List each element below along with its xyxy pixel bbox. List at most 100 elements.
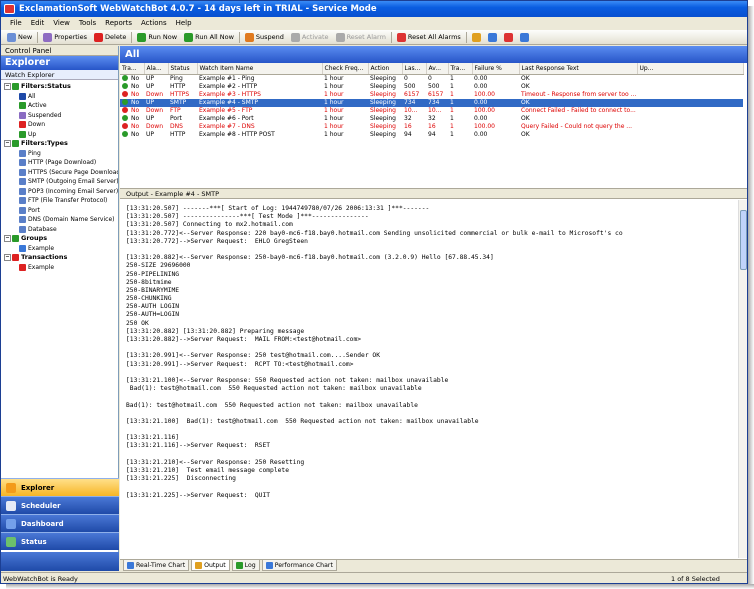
tab-log[interactable]: Log — [231, 560, 260, 571]
tree-item-database[interactable]: Database — [1, 225, 118, 235]
menu-edit[interactable]: Edit — [31, 17, 45, 29]
expand-icon[interactable]: − — [4, 254, 11, 262]
new-button[interactable]: New — [5, 31, 34, 44]
tab-output[interactable]: Output — [191, 560, 230, 571]
column-header[interactable]: Tra... — [120, 63, 145, 75]
tree-item-example[interactable]: Example — [1, 244, 118, 254]
table-row[interactable]: No Down FTP Example #5 - FTP 1 hour Sleeping 1… — [120, 107, 743, 115]
expand-icon[interactable]: − — [4, 140, 11, 148]
cell-freq: 1 hour — [324, 122, 344, 130]
column-header[interactable]: Check Freq... — [322, 63, 369, 75]
tree-item-filters-types[interactable]: − Filters:Types — [1, 139, 118, 149]
filter-icon — [12, 83, 19, 91]
nav-dashboard[interactable]: Dashboard — [1, 514, 119, 532]
toolbar-extra-button[interactable] — [518, 31, 531, 44]
tree-item-label: FTP (File Transfer Protocol) — [28, 197, 108, 204]
delete-button[interactable]: Delete — [92, 31, 128, 44]
column-header[interactable]: Ala... — [144, 63, 169, 75]
scroll-thumb[interactable] — [740, 210, 747, 270]
activate-button[interactable]: Activate — [289, 31, 331, 44]
column-header[interactable]: Status — [168, 63, 198, 75]
tree-item-port[interactable]: Port — [1, 206, 118, 216]
toolbar-extra-button[interactable] — [502, 31, 515, 44]
tree-item-all[interactable]: All — [1, 92, 118, 102]
log-line: [13:31:20.991]-->Server Request: RCPT TO… — [126, 360, 354, 368]
column-header[interactable]: Action — [368, 63, 403, 75]
expand-icon[interactable]: − — [4, 235, 11, 243]
reset-alarm-button[interactable]: Reset Alarm — [334, 31, 388, 44]
column-header[interactable]: Last Response Text — [519, 63, 638, 75]
tree-item-https-secure-page-download-[interactable]: HTTPS (Secure Page Download) — [1, 168, 118, 178]
cell-las: 500 — [404, 82, 416, 90]
cell-status: Port — [170, 114, 182, 122]
up-status-icon — [122, 99, 128, 105]
menu-actions[interactable]: Actions — [141, 17, 167, 29]
nav-explorer[interactable]: Explorer — [1, 478, 119, 496]
cell-resp: Timeout - Response from server too ... — [521, 90, 637, 98]
column-header[interactable]: Las... — [402, 63, 427, 75]
tree-item-smtp-outgoing-email-server-[interactable]: SMTP (Outgoing Email Server) — [1, 177, 118, 187]
table-row[interactable]: No UP HTTP Example #8 - HTTP POST 1 hour Slee… — [120, 131, 743, 139]
tree-item-label: Groups — [21, 234, 48, 242]
output-log: [13:31:20.507] -------***[ Start of Log:… — [120, 200, 738, 558]
toolbar-label: Delete — [105, 33, 127, 41]
expand-icon[interactable]: − — [4, 83, 11, 91]
table-row[interactable]: No Down DNS Example #7 - DNS 1 hour Sleeping 1… — [120, 123, 743, 131]
log-line: 250-8bitmime — [126, 278, 172, 286]
table-row[interactable]: No UP SMTP Example #4 - SMTP 1 hour Sleeping 7… — [120, 98, 743, 107]
output-scrollbar[interactable] — [738, 200, 747, 558]
toolbar-extra-button[interactable] — [486, 31, 499, 44]
tree-item-suspended[interactable]: Suspended — [1, 111, 118, 121]
tree-item-ping[interactable]: Ping — [1, 149, 118, 159]
tree-item-label: Filters:Status — [21, 82, 71, 90]
run-all-now-button[interactable]: Run All Now — [182, 31, 236, 44]
toolbar-label: Run All Now — [195, 33, 234, 41]
cell-action: Sleeping — [370, 90, 396, 98]
log-line: 250 OK — [126, 319, 149, 327]
column-header[interactable]: Tra... — [448, 63, 473, 75]
menu-help[interactable]: Help — [176, 17, 192, 29]
column-header[interactable]: Up... — [637, 63, 744, 75]
table-row[interactable]: No UP HTTP Example #2 - HTTP 1 hour Sleeping 5… — [120, 83, 743, 91]
table-row[interactable]: No UP Port Example #6 - Port 1 hour Sleeping 3… — [120, 115, 743, 123]
reset-all-alarms-button[interactable]: Reset All Alarms — [395, 31, 463, 44]
menu-tools[interactable]: Tools — [79, 17, 96, 29]
tree-item-transactions[interactable]: − Transactions — [1, 253, 118, 263]
column-header[interactable]: Failure % — [472, 63, 520, 75]
menu-file[interactable]: File — [10, 17, 22, 29]
menu-bar: File Edit View Tools Reports Actions Help — [1, 17, 747, 29]
table-row[interactable]: No UP Ping Example #1 - Ping 1 hour Sleeping 0… — [120, 74, 743, 83]
tab-label: Output — [204, 561, 226, 569]
column-header[interactable]: Watch Item Name — [197, 63, 323, 75]
column-header[interactable]: Av... — [426, 63, 449, 75]
log-line: 250-BINARYMIME — [126, 286, 180, 294]
toolbar-extra-button[interactable] — [470, 31, 483, 44]
nav-scheduler[interactable]: Scheduler — [1, 496, 119, 514]
nav-label: Explorer — [21, 484, 55, 492]
tab-real-time-chart[interactable]: Real-Time Chart — [123, 560, 190, 571]
tree-item-label: All — [28, 92, 36, 100]
nav-status[interactable]: Status — [1, 532, 119, 550]
table-row[interactable]: No Down HTTPS Example #3 - HTTPS 1 hour Sleep… — [120, 91, 743, 99]
tree-item-down[interactable]: Down — [1, 120, 118, 130]
explorer-header: Explorer — [1, 56, 118, 70]
cell-resp: OK — [521, 114, 530, 122]
run-now-button[interactable]: Run Now — [135, 31, 179, 44]
tree-item-ftp-file-transfer-protocol-[interactable]: FTP (File Transfer Protocol) — [1, 196, 118, 206]
tree-item-groups[interactable]: − Groups — [1, 234, 118, 244]
menu-reports[interactable]: Reports — [105, 17, 132, 29]
tree-item-http-page-download-[interactable]: HTTP (Page Download) — [1, 158, 118, 168]
tree-item-up[interactable]: Up — [1, 130, 118, 140]
suspend-button[interactable]: Suspend — [243, 31, 286, 44]
tree-item-pop3-incoming-email-server-[interactable]: POP3 (Incoming Email Server) — [1, 187, 118, 197]
cell-freq: 1 hour — [322, 98, 368, 107]
toolbar-separator — [465, 31, 467, 43]
properties-button[interactable]: Properties — [41, 31, 89, 44]
menu-view[interactable]: View — [53, 17, 70, 29]
tree-item-dns-domain-name-service-[interactable]: DNS (Domain Name Service) — [1, 215, 118, 225]
tree-item-example[interactable]: Example — [1, 263, 118, 273]
tree-item-active[interactable]: Active — [1, 101, 118, 111]
tree-item-filters-status[interactable]: − Filters:Status — [1, 82, 118, 92]
tab-performance-chart[interactable]: Performance Chart — [261, 560, 337, 571]
